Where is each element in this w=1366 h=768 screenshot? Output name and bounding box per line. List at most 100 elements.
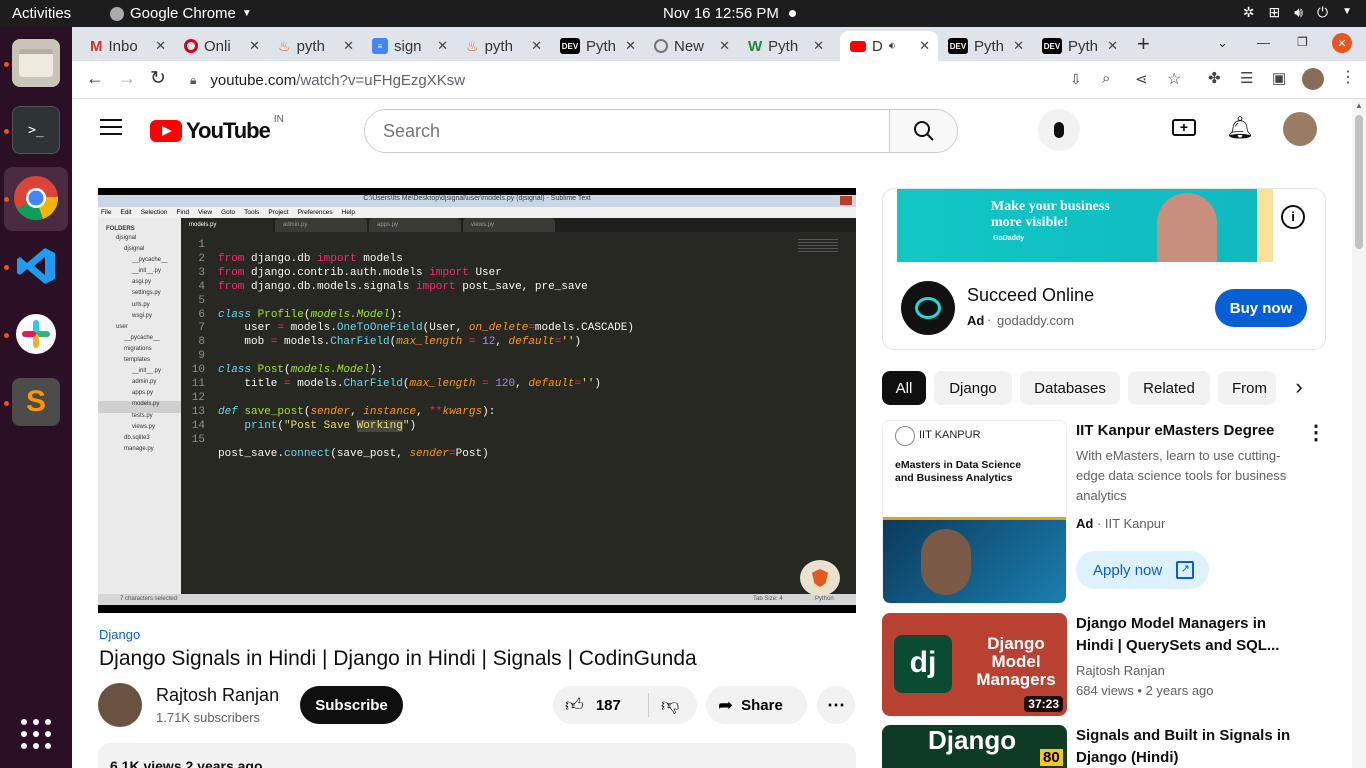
search-button[interactable]	[889, 110, 957, 152]
opera-icon	[184, 39, 198, 53]
search-input[interactable]	[365, 110, 889, 152]
recommendation-ad-thumbnail[interactable]: IIT KANPUR eMasters in Data Science and …	[882, 420, 1067, 604]
description-box[interactable]: 6.1K views 2 years ago	[98, 743, 856, 768]
tab-signals-doc[interactable]: ≡ sign ✕	[362, 31, 456, 61]
share-button[interactable]: ➦ Share	[706, 686, 807, 724]
media-control-icon[interactable]: ☰	[1240, 69, 1253, 87]
brave-watermark-icon	[800, 560, 840, 596]
close-icon[interactable]: ✕	[919, 38, 930, 54]
chrome-icon[interactable]	[12, 174, 60, 222]
docs-icon: ≡	[372, 38, 388, 54]
tab-dev-1[interactable]: DEV Pyth ✕	[550, 31, 644, 61]
channel-avatar[interactable]	[98, 683, 142, 727]
tab-new[interactable]: New ✕	[644, 31, 738, 61]
files-icon[interactable]	[12, 39, 60, 87]
speaker-icon[interactable]: 🔉︎	[889, 40, 896, 53]
chrome-menu-icon[interactable]: ⋮	[1340, 67, 1356, 87]
close-icon[interactable]: ✕	[531, 38, 542, 54]
chips-next-icon[interactable]: ›	[1276, 371, 1322, 405]
ad-person-image	[1157, 193, 1217, 262]
close-icon[interactable]: ✕	[437, 38, 448, 54]
channel-name[interactable]: Rajtosh Ranjan	[156, 685, 279, 706]
chip-databases[interactable]: Databases	[1020, 371, 1120, 405]
like-count: 187	[595, 696, 621, 714]
code-content: from django.db import models from django…	[218, 252, 634, 460]
tab-search-icon[interactable]: ⌄	[1217, 35, 1228, 51]
thumbs-down-icon[interactable]: 👎︎	[661, 694, 679, 716]
ad-info-icon[interactable]: i	[1281, 205, 1305, 229]
video-player[interactable]: C:\Users\Its Me\Desktop\djsignal\user\mo…	[98, 188, 856, 613]
close-icon[interactable]: ✕	[719, 38, 730, 54]
back-icon[interactable]: ←	[86, 68, 104, 89]
address-bar[interactable]: 🔒︎ youtube.com/watch?v=uFHgEzgXKsw ⇩ ⌕ ⋖…	[182, 65, 1282, 95]
rec-info[interactable]: Django Model Managers in Hindi | QuerySe…	[1076, 613, 1296, 701]
sublime-text-icon[interactable]: S	[12, 378, 60, 426]
tab-python-1[interactable]: ♨ pyth ✕	[268, 31, 362, 61]
forward-icon[interactable]: →	[118, 68, 136, 89]
tab-youtube[interactable]: D 🔉︎ ✕	[840, 31, 938, 61]
rec-thumbnail[interactable]: dj Django Model Managers 37:23	[882, 613, 1067, 716]
like-button[interactable]: 👍︎ 187	[553, 693, 649, 717]
close-icon[interactable]: ✕	[249, 38, 260, 54]
rec-info[interactable]: Signals and Built in Signals in Django (…	[1076, 725, 1296, 768]
close-icon[interactable]: ✕	[155, 38, 166, 54]
ad-banner[interactable]: Make your business more visible! GoDaddy	[897, 189, 1273, 262]
page-scrollbar[interactable]: ▲	[1352, 99, 1366, 768]
notifications-bell-icon[interactable]: 🔔︎	[1226, 115, 1254, 141]
more-actions-button[interactable]: ⋯	[817, 686, 855, 724]
rec-thumbnail[interactable]: Django 80	[882, 725, 1067, 768]
scroll-thumb[interactable]	[1355, 115, 1363, 249]
install-app-icon[interactable]: ⇩	[1070, 71, 1082, 88]
zoom-icon[interactable]: ⌕	[1102, 70, 1110, 87]
show-apps-icon[interactable]	[12, 710, 60, 758]
youtube-logo[interactable]: YouTube IN	[150, 114, 284, 144]
hamburger-menu-icon[interactable]	[100, 119, 122, 135]
tab-online[interactable]: Onli ✕	[174, 31, 268, 61]
side-panel-icon[interactable]: ▣	[1272, 69, 1286, 87]
maximize-icon[interactable]: ❐	[1297, 35, 1308, 49]
ad-card[interactable]: Make your business more visible! GoDaddy…	[882, 188, 1326, 350]
apply-now-button[interactable]: Apply now ↗	[1076, 551, 1209, 589]
lock-icon: 🔒︎	[190, 72, 197, 87]
chip-from[interactable]: From	[1218, 371, 1276, 405]
share-label: Share	[741, 696, 783, 714]
folders-label: FOLDERS	[106, 226, 135, 232]
voice-search-button[interactable]	[1038, 109, 1080, 151]
tab-dev-2[interactable]: DEV Pyth ✕	[938, 31, 1032, 61]
minimize-icon[interactable]: —	[1257, 35, 1270, 50]
create-video-icon[interactable]: +	[1172, 119, 1196, 136]
terminal-icon[interactable]: >_	[12, 106, 60, 154]
window-close-icon[interactable]: ✕	[1332, 33, 1352, 53]
app-menu[interactable]: Google Chrome ▼	[110, 5, 252, 22]
hashtag-link[interactable]: Django	[99, 627, 140, 642]
bookmark-star-icon[interactable]: ☆	[1167, 69, 1181, 89]
clock[interactable]: Nov 16 12:56 PM	[663, 5, 779, 22]
system-tray[interactable]: ✲ ⊞ 🔊︎ ⏻ ▼	[1243, 4, 1352, 21]
chip-django[interactable]: Django	[934, 371, 1012, 405]
tab-gmail[interactable]: M Inbo ✕	[80, 31, 174, 61]
scroll-up-icon[interactable]: ▲	[1355, 101, 1363, 110]
close-icon[interactable]: ✕	[1013, 38, 1024, 54]
subscribe-button[interactable]: Subscribe	[300, 686, 403, 724]
account-avatar[interactable]	[1283, 112, 1317, 146]
chip-all[interactable]: All	[882, 371, 926, 405]
close-icon[interactable]: ✕	[1107, 38, 1118, 54]
tab-python-2[interactable]: ♨ pyth ✕	[456, 31, 550, 61]
new-tab-icon[interactable]: +	[1137, 31, 1150, 57]
chip-related[interactable]: Related	[1128, 371, 1210, 405]
extensions-icon[interactable]: ✤	[1208, 69, 1221, 87]
close-icon[interactable]: ✕	[625, 38, 636, 54]
rec-more-icon[interactable]: ⋮	[1306, 420, 1326, 445]
recommendation-ad-info[interactable]: IIT Kanpur eMasters Degree With eMasters…	[1076, 420, 1306, 534]
close-icon[interactable]: ✕	[813, 38, 824, 54]
slack-icon[interactable]	[12, 310, 60, 358]
close-icon[interactable]: ✕	[343, 38, 354, 54]
tab-python-w[interactable]: W Pyth ✕	[738, 31, 832, 61]
profile-avatar[interactable]	[1302, 68, 1324, 90]
tab-dev-3[interactable]: DEV Pyth ✕	[1032, 31, 1126, 61]
buy-now-button[interactable]: Buy now	[1215, 289, 1307, 327]
activities-button[interactable]: Activities	[12, 5, 71, 22]
reload-icon[interactable]: ↻	[150, 67, 166, 90]
vscode-icon[interactable]	[12, 242, 60, 290]
share-icon[interactable]: ⋖	[1135, 70, 1148, 88]
